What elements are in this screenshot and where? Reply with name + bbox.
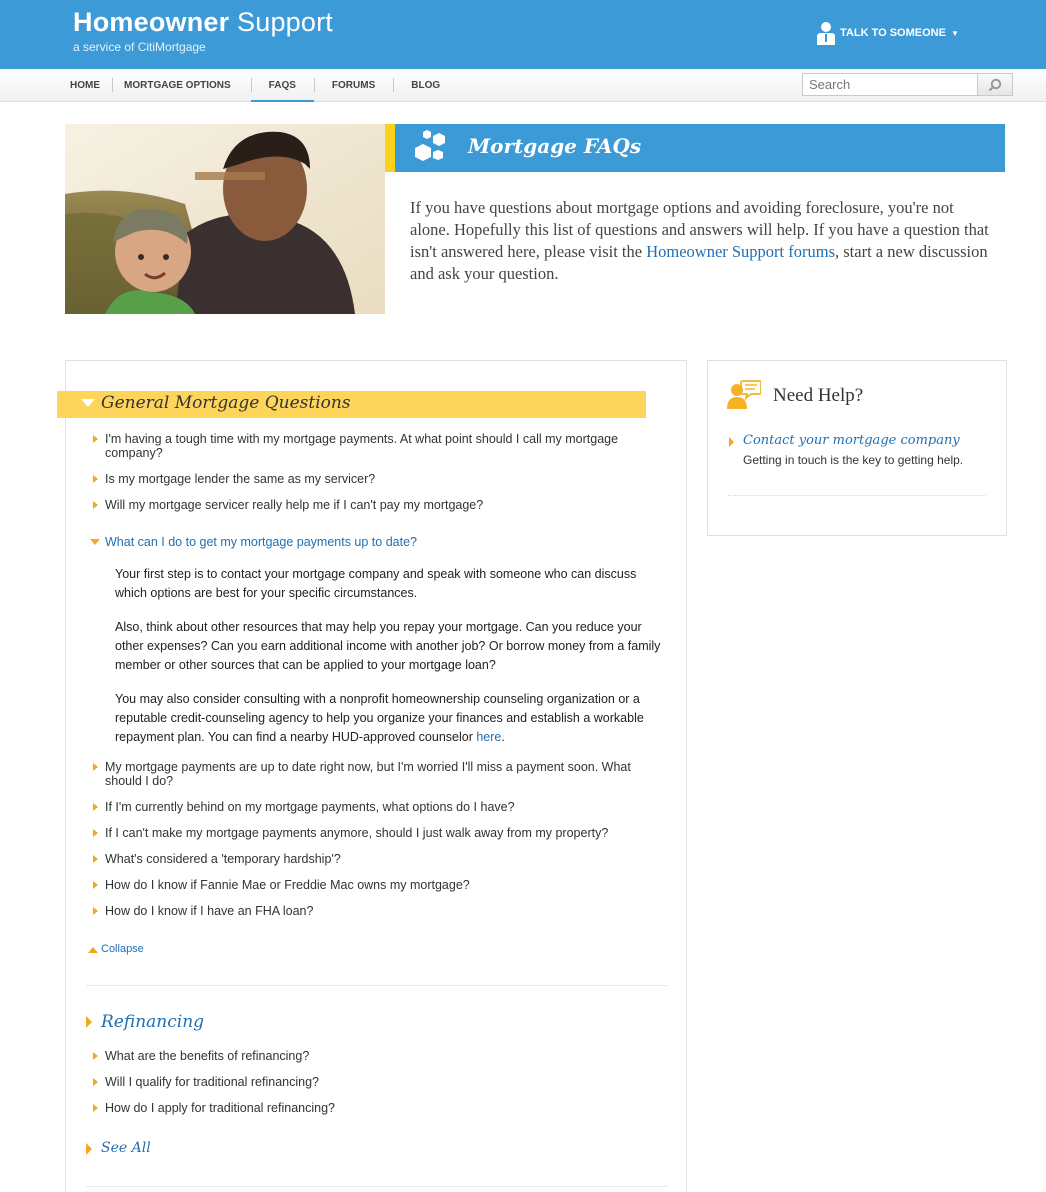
faq-banner: Mortgage FAQs [385,124,1005,172]
faq-question[interactable]: How do I know if I have an FHA loan? [93,904,665,918]
brand-title-light: Support [237,7,333,37]
nav-mortgage-options[interactable]: MORTGAGE OPTIONS [112,69,251,102]
general-section-title: General Mortgage Questions [101,393,351,413]
father-and-baby-image [65,124,385,314]
answer-paragraph-text: You may also consider consulting with a … [115,692,644,744]
forums-link[interactable]: Homeowner Support forums [646,242,835,261]
answer-paragraph: Your first step is to contact your mortg… [115,567,637,600]
faq-question[interactable]: What are the benefits of refinancing? [93,1049,665,1063]
brand-title: Homeowner Support [73,6,333,38]
talk-to-someone-button[interactable]: TALK TO SOMEONE ▼ [817,20,959,46]
faq-question[interactable]: If I can't make my mortgage payments any… [93,826,665,840]
faq-question[interactable]: What's considered a 'temporary hardship'… [93,852,665,866]
nav-forums[interactable]: FORUMS [313,69,393,102]
chat-support-icon [727,380,761,409]
nav-blog[interactable]: BLOG [393,69,452,102]
search-button[interactable] [977,74,1012,95]
banner-accent [385,124,395,172]
sidebar-divider [728,495,986,496]
faq-question[interactable]: How do I know if Fannie Mae or Freddie M… [93,878,665,892]
top-header: Homeowner Support a service of CitiMortg… [0,0,1046,69]
search-icon [988,78,1002,91]
see-all-link[interactable]: See All [86,1140,151,1156]
faq-question[interactable]: Will my mortgage servicer really help me… [93,498,665,512]
answer-paragraph: Also, think about other resources that m… [115,620,661,672]
general-section-header[interactable]: General Mortgage Questions [57,391,646,418]
hud-counselor-link[interactable]: here [476,730,501,744]
section-divider [87,985,667,986]
contact-mortgage-company-link[interactable]: Contact your mortgage company [729,433,960,448]
faq-question[interactable]: My mortgage payments are up to date righ… [93,760,665,788]
faq-question[interactable]: If I'm currently behind on my mortgage p… [93,800,665,814]
search-input[interactable] [803,74,977,95]
faq-question[interactable]: How do I apply for traditional refinanci… [93,1101,665,1115]
caret-down-icon: ▼ [950,28,959,38]
answer-paragraph-end: . [501,730,505,744]
faq-question[interactable]: Will I qualify for traditional refinanci… [93,1075,665,1089]
faq-question-expanded[interactable]: What can I do to get my mortgage payment… [90,535,665,549]
collapse-link[interactable]: Collapse [88,943,144,955]
hero-photo [65,124,385,314]
need-help-title: Need Help? [773,385,864,406]
search-box [802,73,1013,96]
brand-subtitle: a service of CitiMortgage [73,40,206,54]
talk-label: TALK TO SOMEONE [840,27,946,39]
main-nav: HOME MORTGAGE OPTIONS FAQS FORUMS BLOG [58,69,452,102]
page-title: Mortgage FAQs [468,134,642,158]
section-divider [87,1186,667,1187]
faq-question[interactable]: I'm having a tough time with my mortgage… [93,432,665,460]
cubes-icon [415,130,445,161]
brand-logo[interactable]: Homeowner Support a service of CitiMortg… [73,6,333,54]
nav-faqs[interactable]: FAQS [250,69,314,102]
brand-title-bold: Homeowner [73,7,230,37]
faq-question[interactable]: Is my mortgage lender the same as my ser… [93,472,665,486]
nav-home[interactable]: HOME [58,69,112,102]
person-icon [817,22,835,45]
need-help-description: Getting in touch is the key to getting h… [743,453,964,467]
triangle-down-icon [81,399,95,407]
answer-paragraph: You may also consider consulting with a … [115,690,670,747]
refinancing-section-title[interactable]: Refinancing [85,1012,204,1032]
intro-text: If you have questions about mortgage opt… [410,197,990,285]
